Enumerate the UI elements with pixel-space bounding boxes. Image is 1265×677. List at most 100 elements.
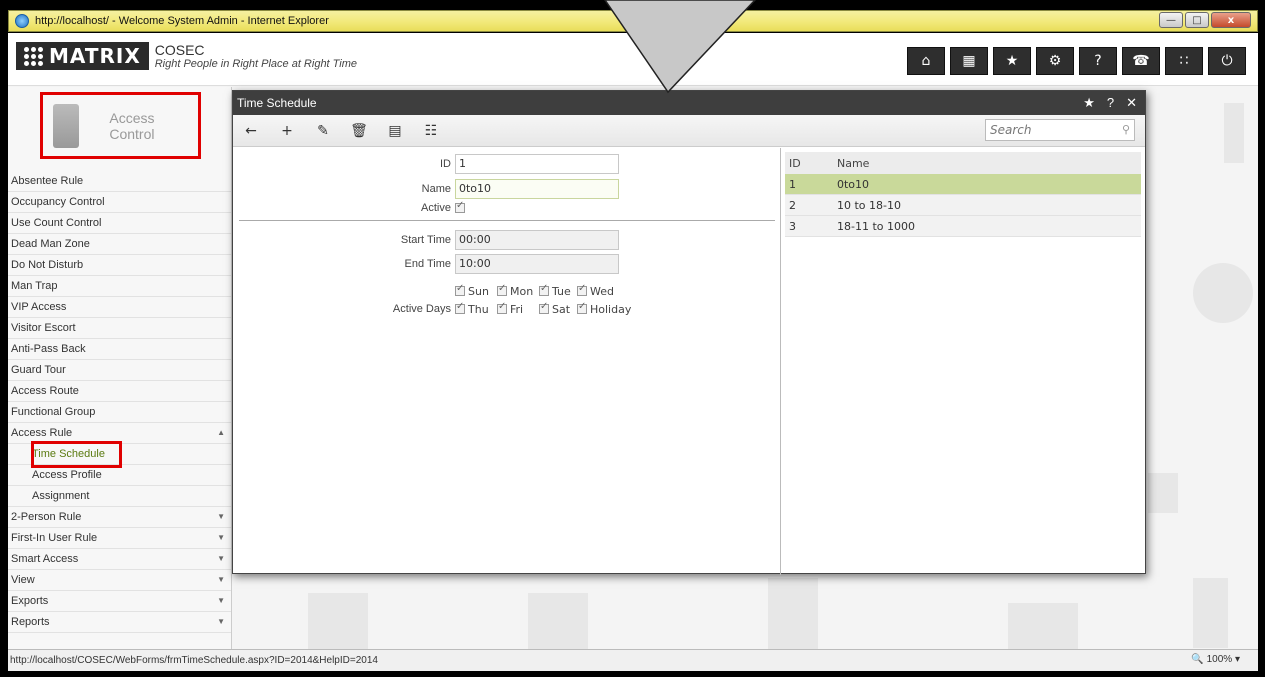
- column-header-id[interactable]: ID: [785, 157, 837, 170]
- help-icon[interactable]: ?: [1079, 47, 1117, 75]
- clear-icon[interactable]: ☷: [413, 123, 449, 139]
- day-thu-checkbox[interactable]: Thu: [455, 301, 497, 316]
- id-row: ID 1: [233, 154, 619, 174]
- save-icon[interactable]: ▤: [377, 123, 413, 139]
- end-time-label: End Time: [404, 258, 451, 270]
- sidebar-item-access-profile[interactable]: Access Profile: [8, 465, 231, 486]
- zoom-control[interactable]: 🔍 100% ▾: [1191, 654, 1240, 665]
- end-time-row: End Time 10:00: [233, 254, 619, 274]
- close-icon[interactable]: ✕: [1126, 91, 1137, 115]
- sidebar-item-exports[interactable]: Exports ▼: [8, 591, 231, 612]
- list-header: ID Name: [785, 152, 1141, 174]
- sidebar-item-view[interactable]: View ▼: [8, 570, 231, 591]
- minimize-button[interactable]: —: [1159, 12, 1183, 28]
- gear-icon[interactable]: ⚙: [1036, 47, 1074, 75]
- module-title: Access Control: [109, 109, 155, 142]
- sidebar-item-label: Use Count Control: [11, 217, 102, 229]
- sidebar-item-access-route[interactable]: Access Route: [8, 381, 231, 402]
- sidebar-item-label: First-In User Rule: [11, 532, 98, 544]
- sidebar-item-label: Visitor Escort: [11, 322, 76, 334]
- grid-icon[interactable]: ▦: [950, 47, 988, 75]
- phone-icon[interactable]: ☎: [1122, 47, 1160, 75]
- dialog-toolbar: ← + ✎ 🗑 ▤ ☷ Search ⚲: [233, 115, 1145, 147]
- top-toolbar: ⌂ ▦ ★ ⚙ ? ☎ ∷ ⏻: [907, 47, 1246, 75]
- module-access-control[interactable]: Access Control: [40, 92, 201, 159]
- end-time-field[interactable]: 10:00: [455, 254, 619, 274]
- sidebar-item-time-schedule[interactable]: Time Schedule: [8, 441, 231, 468]
- sidebar-item-label: Do Not Disturb: [11, 259, 84, 271]
- sidebar-item-label: VIP Access: [11, 301, 67, 313]
- sidebar-item-functional-group[interactable]: Functional Group: [8, 402, 231, 423]
- time-schedule-dialog: Time Schedule ★ ? ✕ ← + ✎ 🗑 ▤ ☷ Search ⚲…: [232, 90, 1146, 575]
- schedule-form: ID 1 Name 0to10 Active Start Time 00:00 …: [233, 148, 781, 575]
- zoom-level: 100%: [1206, 654, 1233, 665]
- sidebar-item-label: Access Route: [11, 385, 79, 397]
- home-icon[interactable]: ⌂: [907, 47, 945, 75]
- sidebar-item-reports[interactable]: Reports ▼: [8, 612, 231, 633]
- matrix-logo: MATRIX: [16, 42, 149, 70]
- chevron-down-icon: ▼: [217, 554, 225, 563]
- row-name: 0to10: [837, 177, 870, 191]
- sidebar-item-man-trap[interactable]: Man Trap: [8, 276, 231, 297]
- sidebar-item-use-count-control[interactable]: Use Count Control: [8, 213, 231, 234]
- maximize-button[interactable]: □: [1185, 12, 1209, 28]
- active-checkbox[interactable]: [455, 200, 465, 213]
- day-sat-checkbox[interactable]: Sat: [539, 301, 577, 316]
- access-control-icon: [53, 103, 80, 148]
- delete-icon[interactable]: 🗑: [341, 123, 377, 139]
- edit-pencil-icon[interactable]: ✎: [305, 123, 341, 139]
- chevron-down-icon: ▼: [217, 596, 225, 605]
- modules-icon[interactable]: ∷: [1165, 47, 1203, 75]
- brand-name: MATRIX: [49, 44, 141, 68]
- id-label: ID: [440, 158, 451, 170]
- sidebar-item-label: Dead Man Zone: [11, 238, 90, 250]
- browser-title-bar: http://localhost/ - Welcome System Admin…: [8, 10, 1258, 32]
- start-time-field[interactable]: 00:00: [455, 230, 619, 250]
- column-header-name[interactable]: Name: [837, 157, 1141, 170]
- day-wed-checkbox[interactable]: Wed: [577, 283, 619, 298]
- status-url: http://localhost/COSEC/WebForms/frmTimeS…: [10, 655, 378, 666]
- id-field[interactable]: 1: [455, 154, 619, 174]
- sidebar-item-do-not-disturb[interactable]: Do Not Disturb: [8, 255, 231, 276]
- close-window-button[interactable]: x: [1211, 12, 1251, 28]
- bg-figure: [1148, 473, 1178, 513]
- table-row[interactable]: 1 0to10: [785, 174, 1141, 195]
- sidebar-item-absentee-rule[interactable]: Absentee Rule: [8, 171, 231, 192]
- day-tue-checkbox[interactable]: Tue: [539, 283, 577, 298]
- window-controls: — □ x: [1159, 12, 1251, 28]
- chevron-down-icon: ▼: [217, 533, 225, 542]
- product-name: COSEC: [154, 42, 205, 58]
- add-icon[interactable]: +: [269, 123, 305, 139]
- back-arrow-icon[interactable]: ←: [233, 123, 269, 139]
- sidebar-item-smart-access[interactable]: Smart Access ▼: [8, 549, 231, 570]
- row-id: 2: [789, 198, 796, 212]
- power-icon[interactable]: ⏻: [1208, 47, 1246, 75]
- sidebar-item-label: Exports: [11, 595, 49, 607]
- sidebar-item-anti-pass-back[interactable]: Anti-Pass Back: [8, 339, 231, 360]
- sidebar-item-occupancy-control[interactable]: Occupancy Control: [8, 192, 231, 213]
- search-icon[interactable]: ⚲: [1122, 123, 1130, 136]
- sidebar-item-assignment[interactable]: Assignment: [8, 486, 231, 507]
- search-input[interactable]: Search ⚲: [985, 119, 1135, 141]
- day-fri-checkbox[interactable]: Fri: [497, 301, 539, 316]
- day-sun-checkbox[interactable]: Sun: [455, 283, 497, 298]
- favorite-star-icon[interactable]: ★: [1083, 91, 1095, 115]
- star-icon[interactable]: ★: [993, 47, 1031, 75]
- help-icon[interactable]: ?: [1107, 91, 1114, 115]
- sidebar-item-visitor-escort[interactable]: Visitor Escort: [8, 318, 231, 339]
- day-mon-checkbox[interactable]: Mon: [497, 283, 539, 298]
- sidebar-item-dead-man-zone[interactable]: Dead Man Zone: [8, 234, 231, 255]
- app-area: MATRIX COSEC Right People in Right Place…: [8, 33, 1258, 649]
- chevron-up-icon: ▲: [217, 428, 225, 437]
- bg-figure: [1224, 103, 1244, 163]
- day-holiday-checkbox[interactable]: Holiday: [577, 301, 637, 316]
- table-row[interactable]: 2 10 to 18-10: [785, 195, 1141, 216]
- bg-figure: [1008, 603, 1078, 649]
- name-field[interactable]: 0to10: [455, 179, 619, 199]
- sidebar-item-vip-access[interactable]: VIP Access: [8, 297, 231, 318]
- matrix-dots-icon: [24, 46, 43, 66]
- sidebar-item-guard-tour[interactable]: Guard Tour: [8, 360, 231, 381]
- table-row[interactable]: 3 18-11 to 1000: [785, 216, 1141, 237]
- sidebar-item-2-person-rule[interactable]: 2-Person Rule ▼: [8, 507, 231, 528]
- sidebar-item-first-in-user-rule[interactable]: First-In User Rule ▼: [8, 528, 231, 549]
